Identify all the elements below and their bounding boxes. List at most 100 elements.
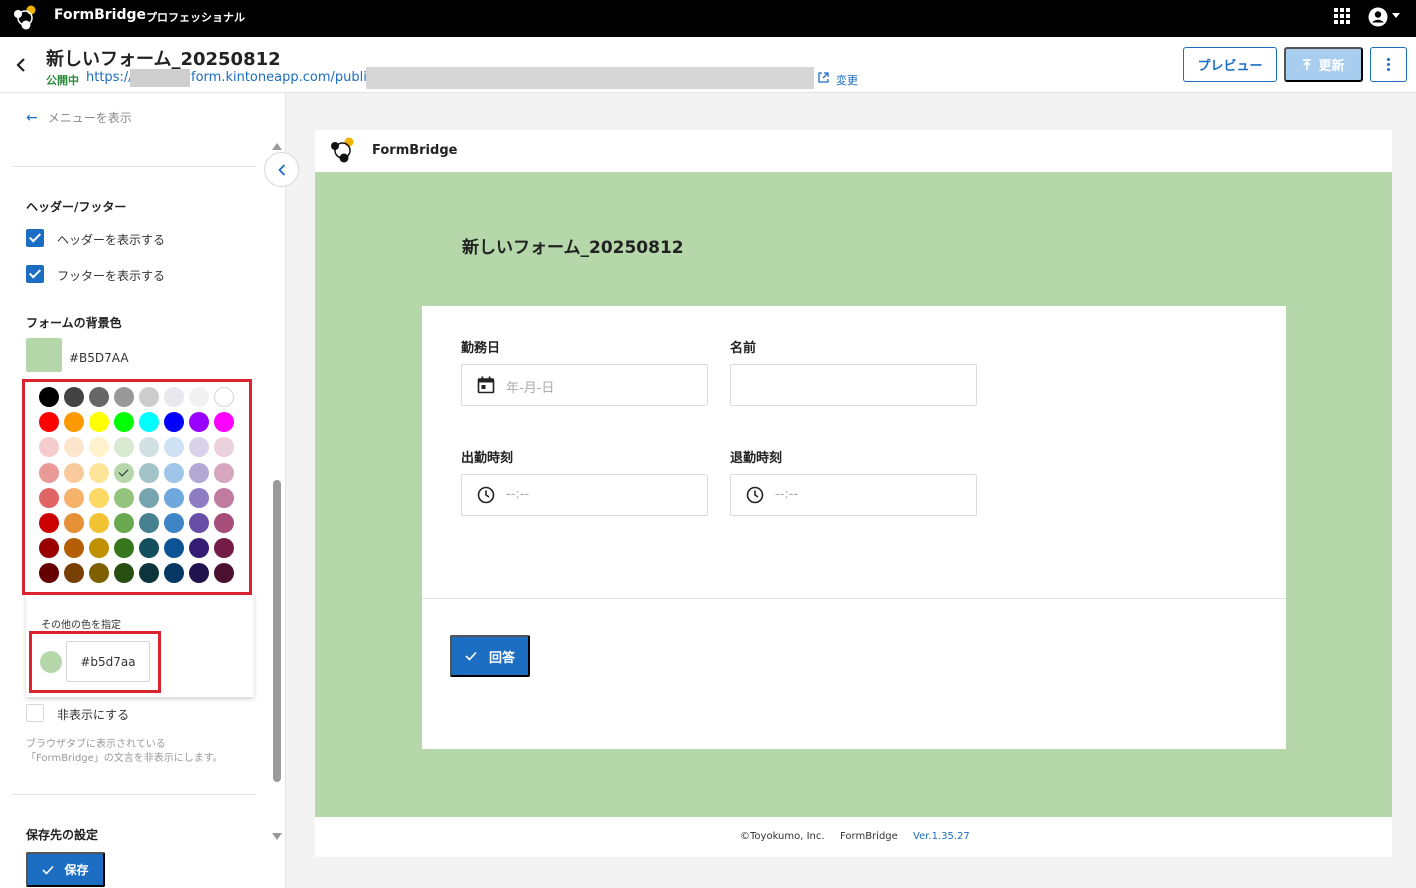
public-url-prefix[interactable]: https:// bbox=[86, 70, 133, 85]
preview-button[interactable]: プレビュー bbox=[1183, 47, 1277, 82]
scroll-down-arrow[interactable] bbox=[272, 833, 282, 840]
date-input[interactable] bbox=[461, 364, 708, 406]
color-swatch[interactable] bbox=[189, 538, 209, 559]
external-link-icon[interactable] bbox=[818, 72, 829, 83]
color-swatch[interactable] bbox=[89, 462, 109, 483]
clock-in-input[interactable] bbox=[461, 474, 708, 516]
color-swatch[interactable] bbox=[139, 512, 159, 533]
color-swatch[interactable] bbox=[89, 437, 109, 458]
color-swatch[interactable] bbox=[89, 512, 109, 533]
clock-icon[interactable] bbox=[477, 486, 495, 504]
color-swatch[interactable] bbox=[89, 487, 109, 508]
custom-color-dot bbox=[40, 651, 62, 673]
hide-tab-text-checkbox[interactable] bbox=[26, 704, 44, 722]
color-swatch[interactable] bbox=[64, 487, 84, 508]
footer-version[interactable]: Ver.1.35.27 bbox=[913, 831, 970, 842]
color-swatch[interactable] bbox=[189, 437, 209, 458]
color-swatch[interactable] bbox=[164, 512, 184, 533]
color-swatch[interactable] bbox=[39, 512, 59, 533]
color-swatch[interactable] bbox=[214, 538, 234, 559]
color-swatch[interactable] bbox=[39, 487, 59, 508]
color-swatch[interactable] bbox=[139, 437, 159, 458]
color-swatch[interactable] bbox=[214, 512, 234, 533]
color-swatch[interactable] bbox=[114, 462, 134, 483]
color-swatch[interactable] bbox=[189, 563, 209, 584]
color-swatch[interactable] bbox=[89, 538, 109, 559]
bg-color-swatch[interactable] bbox=[26, 338, 62, 372]
custom-color-input[interactable]: #b5d7aa bbox=[66, 641, 150, 682]
color-swatch[interactable] bbox=[164, 563, 184, 584]
show-footer-checkbox[interactable] bbox=[26, 265, 44, 283]
color-swatch[interactable] bbox=[114, 437, 134, 458]
color-swatch[interactable] bbox=[114, 512, 134, 533]
update-button[interactable]: 更新 bbox=[1284, 47, 1363, 82]
color-swatch[interactable] bbox=[214, 462, 234, 483]
color-swatch[interactable] bbox=[139, 538, 159, 559]
color-swatch[interactable] bbox=[64, 462, 84, 483]
show-menu-link[interactable]: ← メニューを表示 bbox=[26, 109, 132, 126]
color-swatch[interactable] bbox=[189, 462, 209, 483]
color-swatch[interactable] bbox=[114, 538, 134, 559]
answer-button[interactable]: 回答 bbox=[450, 635, 530, 677]
show-footer-label[interactable]: フッターを表示する bbox=[57, 267, 165, 284]
color-swatch[interactable] bbox=[139, 387, 159, 407]
color-swatch[interactable] bbox=[164, 387, 184, 407]
color-swatch[interactable] bbox=[64, 538, 84, 559]
color-swatch[interactable] bbox=[89, 412, 109, 433]
color-swatch[interactable] bbox=[214, 437, 234, 458]
name-input[interactable] bbox=[730, 364, 977, 406]
color-swatch[interactable] bbox=[214, 563, 234, 584]
color-swatch[interactable] bbox=[164, 538, 184, 559]
sidebar-scrollbar-thumb[interactable] bbox=[273, 480, 281, 782]
change-url-link[interactable]: 変更 bbox=[836, 72, 858, 88]
color-swatch[interactable] bbox=[114, 412, 134, 433]
color-swatch[interactable] bbox=[164, 487, 184, 508]
color-swatch[interactable] bbox=[214, 387, 234, 407]
clock-icon[interactable] bbox=[746, 486, 764, 504]
color-swatch[interactable] bbox=[164, 462, 184, 483]
color-swatch[interactable] bbox=[64, 437, 84, 458]
color-swatch[interactable] bbox=[39, 538, 59, 559]
public-url-domain[interactable]: form.kintoneapp.com/public/ bbox=[191, 70, 378, 85]
color-swatch[interactable] bbox=[39, 462, 59, 483]
color-swatch[interactable] bbox=[214, 412, 234, 433]
color-swatch[interactable] bbox=[39, 437, 59, 458]
clock-out-input[interactable] bbox=[730, 474, 977, 516]
color-swatch[interactable] bbox=[189, 512, 209, 533]
show-header-checkbox[interactable] bbox=[26, 229, 44, 247]
scroll-up-arrow[interactable] bbox=[272, 143, 282, 150]
apps-grid-icon[interactable] bbox=[1334, 8, 1350, 24]
color-swatch[interactable] bbox=[89, 563, 109, 584]
color-swatch[interactable] bbox=[114, 387, 134, 407]
color-swatch[interactable] bbox=[39, 563, 59, 584]
color-swatch[interactable] bbox=[64, 563, 84, 584]
color-swatch[interactable] bbox=[39, 412, 59, 433]
more-options-button[interactable] bbox=[1370, 47, 1407, 82]
calendar-icon[interactable] bbox=[477, 376, 495, 394]
color-swatch[interactable] bbox=[139, 563, 159, 584]
color-swatch[interactable] bbox=[89, 387, 109, 407]
formbridge-logo-icon[interactable] bbox=[12, 5, 39, 31]
collapse-sidebar-button[interactable] bbox=[264, 152, 299, 187]
color-swatch[interactable] bbox=[214, 487, 234, 508]
hide-tab-text-label[interactable]: 非表示にする bbox=[57, 706, 129, 723]
color-swatch[interactable] bbox=[189, 387, 209, 407]
color-swatch[interactable] bbox=[189, 412, 209, 433]
color-swatch[interactable] bbox=[64, 412, 84, 433]
color-swatch[interactable] bbox=[189, 487, 209, 508]
account-icon[interactable] bbox=[1368, 7, 1388, 27]
back-arrow-icon[interactable] bbox=[14, 57, 28, 73]
color-swatch[interactable] bbox=[139, 412, 159, 433]
color-swatch[interactable] bbox=[64, 512, 84, 533]
color-swatch[interactable] bbox=[164, 412, 184, 433]
color-swatch[interactable] bbox=[114, 487, 134, 508]
color-swatch[interactable] bbox=[39, 387, 59, 407]
color-swatch[interactable] bbox=[139, 462, 159, 483]
color-swatch[interactable] bbox=[139, 487, 159, 508]
color-swatch[interactable] bbox=[164, 437, 184, 458]
save-button[interactable]: 保存 bbox=[26, 852, 105, 887]
account-caret-icon[interactable] bbox=[1392, 13, 1400, 18]
show-header-label[interactable]: ヘッダーを表示する bbox=[57, 231, 165, 248]
color-swatch[interactable] bbox=[114, 563, 134, 584]
color-swatch[interactable] bbox=[64, 387, 84, 407]
